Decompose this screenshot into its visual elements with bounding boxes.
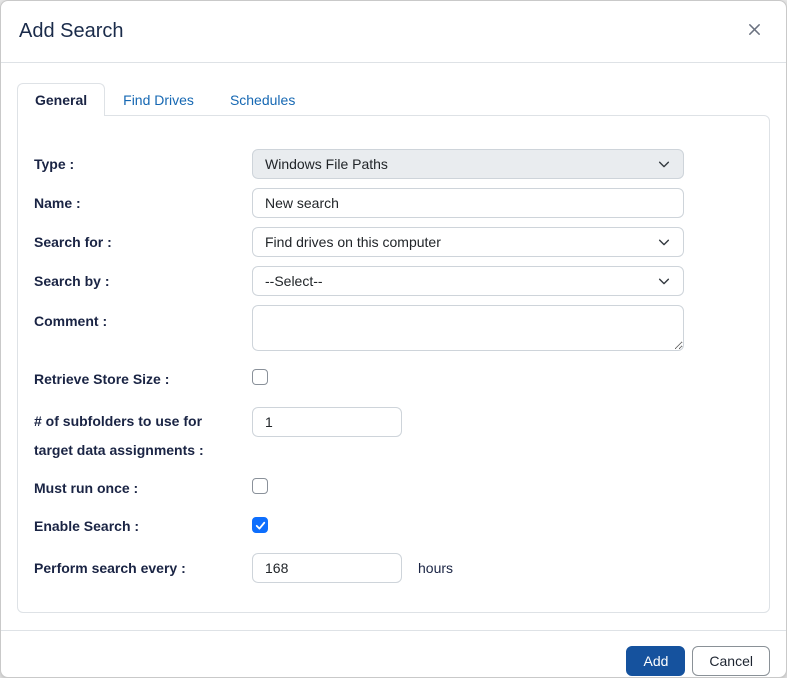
- tab-general[interactable]: General: [17, 83, 105, 116]
- dialog-footer: Add Cancel: [1, 630, 786, 678]
- chevron-down-icon: [657, 157, 671, 171]
- perform-every-row: Perform search every : hours: [34, 553, 753, 583]
- enable-search-checkbox[interactable]: [252, 517, 268, 533]
- comment-label: Comment :: [34, 305, 252, 332]
- close-icon[interactable]: [741, 18, 768, 45]
- chevron-down-icon: [657, 235, 671, 249]
- enable-search-label: Enable Search :: [34, 517, 252, 537]
- tab-schedules[interactable]: Schedules: [212, 83, 313, 116]
- must-run-once-label: Must run once :: [34, 479, 252, 499]
- type-row: Type : Windows File Paths: [34, 149, 753, 179]
- dialog-title: Add Search: [19, 20, 124, 43]
- search-for-select-value: Find drives on this computer: [265, 234, 441, 250]
- must-run-once-checkbox[interactable]: [252, 478, 268, 494]
- subfolders-row: # of subfolders to use for target data a…: [34, 407, 753, 464]
- search-by-select[interactable]: --Select--: [252, 266, 684, 296]
- chevron-down-icon: [657, 274, 671, 288]
- hours-suffix: hours: [418, 560, 453, 576]
- enable-search-row: Enable Search :: [34, 516, 753, 536]
- search-for-label: Search for :: [34, 228, 252, 257]
- search-for-select[interactable]: Find drives on this computer: [252, 227, 684, 257]
- search-by-label: Search by :: [34, 267, 252, 296]
- subfolders-input[interactable]: [252, 407, 402, 437]
- retrieve-store-size-label: Retrieve Store Size :: [34, 370, 252, 390]
- perform-every-label: Perform search every :: [34, 559, 252, 579]
- cancel-button[interactable]: Cancel: [692, 646, 770, 676]
- name-row: Name :: [34, 188, 753, 218]
- type-select-value: Windows File Paths: [265, 156, 388, 172]
- must-run-once-row: Must run once :: [34, 478, 753, 499]
- subfolders-label: # of subfolders to use for target data a…: [34, 407, 252, 464]
- retrieve-store-size-checkbox[interactable]: [252, 369, 268, 385]
- tab-bar: General Find Drives Schedules: [17, 83, 770, 115]
- search-for-row: Search for : Find drives on this compute…: [34, 227, 753, 257]
- perform-every-input[interactable]: [252, 553, 402, 583]
- dialog-header: Add Search: [1, 1, 786, 63]
- add-search-dialog: Add Search General Find Drives Schedules…: [0, 0, 787, 678]
- search-by-select-value: --Select--: [265, 273, 323, 289]
- tab-find-drives[interactable]: Find Drives: [105, 83, 212, 116]
- name-input[interactable]: [252, 188, 684, 218]
- general-tab-panel: Type : Windows File Paths Name : Search …: [17, 115, 770, 613]
- name-label: Name :: [34, 189, 252, 218]
- dialog-body: General Find Drives Schedules Type : Win…: [1, 63, 786, 613]
- comment-textarea[interactable]: [252, 305, 684, 351]
- search-by-row: Search by : --Select--: [34, 266, 753, 296]
- retrieve-store-size-row: Retrieve Store Size :: [34, 369, 753, 390]
- add-button[interactable]: Add: [626, 646, 685, 676]
- type-label: Type :: [34, 150, 252, 179]
- type-select[interactable]: Windows File Paths: [252, 149, 684, 179]
- comment-row: Comment :: [34, 305, 753, 351]
